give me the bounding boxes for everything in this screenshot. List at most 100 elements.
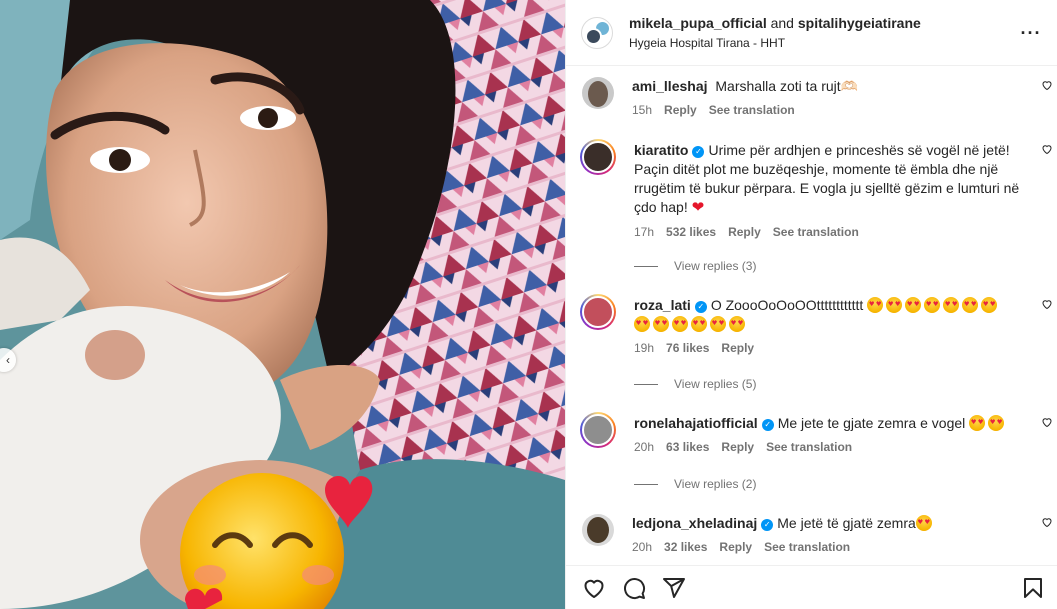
see-translation-button[interactable]: See translation bbox=[764, 540, 850, 554]
reply-button[interactable]: Reply bbox=[721, 440, 754, 454]
verified-badge-icon: ✓ bbox=[761, 419, 774, 431]
author-username-link[interactable]: mikela_pupa_official bbox=[629, 15, 767, 31]
commenter-avatar[interactable] bbox=[580, 139, 616, 175]
comment-time[interactable]: 15h bbox=[632, 103, 652, 117]
collaborator-username-link[interactable]: spitalihygeiatirane bbox=[798, 15, 921, 31]
likes-count[interactable]: 76 likes bbox=[666, 341, 709, 355]
see-translation-button[interactable]: See translation bbox=[773, 225, 859, 239]
comment-icon[interactable] bbox=[622, 576, 646, 600]
commenter-avatar[interactable] bbox=[580, 294, 616, 330]
likes-count[interactable]: 32 likes bbox=[664, 540, 707, 554]
view-replies-label: View replies (2) bbox=[674, 477, 757, 491]
verified-badge-icon: ✓ bbox=[694, 301, 707, 313]
comment-meta: 15h Reply See translation bbox=[632, 103, 1023, 117]
star-struck-emoji bbox=[729, 316, 745, 332]
comment-body: ledjona_xheladinaj ✓ Me jetë të gjatë zemr… bbox=[632, 514, 1057, 554]
comment-username-link[interactable]: roza_lati bbox=[634, 297, 691, 313]
location-link[interactable]: Hygeia Hospital Tirana - HHT bbox=[629, 34, 1019, 52]
like-comment-heart-icon[interactable] bbox=[1041, 298, 1053, 310]
comment-username-link[interactable]: kiaratito bbox=[634, 142, 688, 158]
commenter-avatar[interactable] bbox=[582, 77, 614, 109]
comment-item: kiaratito ✓ Urime për ardhjen e princeshës… bbox=[580, 139, 1057, 239]
view-replies-button[interactable]: View replies (3) bbox=[634, 259, 756, 273]
like-comment-heart-icon[interactable] bbox=[1041, 143, 1053, 155]
post-action-bar bbox=[566, 565, 1057, 609]
reply-button[interactable]: Reply bbox=[721, 341, 754, 355]
avatar-image bbox=[582, 141, 614, 173]
likes-count[interactable]: 532 likes bbox=[666, 225, 716, 239]
post-authors: mikela_pupa_official and spitalihygeiati… bbox=[629, 14, 1019, 32]
comment-meta: 20h 63 likes Reply See translation bbox=[634, 440, 1023, 454]
comment-username-link[interactable]: ledjona_xheladinaj bbox=[632, 515, 757, 531]
star-struck-emoji bbox=[905, 297, 922, 313]
view-replies-button[interactable]: View replies (5) bbox=[634, 377, 756, 391]
see-translation-button[interactable]: See translation bbox=[709, 103, 795, 117]
reply-button[interactable]: Reply bbox=[719, 540, 752, 554]
comment-meta: 17h 532 likes Reply See translation bbox=[634, 225, 1023, 239]
reply-button[interactable]: Reply bbox=[728, 225, 761, 239]
star-struck-emoji bbox=[981, 297, 998, 313]
comment-body: kiaratito ✓ Urime për ardhjen e princeshës… bbox=[634, 141, 1057, 239]
comments-list: ami_lleshaj Marshalla zoti ta rujt🫶🏻 15h… bbox=[566, 66, 1057, 565]
comment-item: ronelahajatiofficial ✓ Me jete te gjate ze… bbox=[580, 412, 1057, 454]
comment-message: O ZoooOoOoOOtttttttttttt bbox=[710, 297, 864, 313]
comment-item: ledjona_xheladinaj ✓ Me jetë të gjatë zemr… bbox=[582, 514, 1057, 554]
comment-body: roza_lati ✓ O ZoooOoOoOOtttttttttttt 19h 7… bbox=[634, 296, 1057, 355]
avatar-silhouette bbox=[587, 517, 609, 543]
see-translation-button[interactable]: See translation bbox=[766, 440, 852, 454]
collab-avatar[interactable] bbox=[581, 16, 613, 49]
author-avatar-image bbox=[585, 27, 602, 45]
replies-divider-line bbox=[634, 383, 658, 385]
post-photo-illustration bbox=[0, 0, 565, 609]
comment-text: ronelahajatiofficial ✓ Me jete te gjate ze… bbox=[634, 414, 1023, 433]
view-replies-label: View replies (3) bbox=[674, 259, 757, 273]
post-side-panel: mikela_pupa_official and spitalihygeiati… bbox=[565, 0, 1057, 609]
star-struck-emoji bbox=[988, 415, 1005, 431]
more-options-icon[interactable]: ··· bbox=[1019, 24, 1043, 42]
comment-meta: 20h 32 likes Reply See translation bbox=[632, 540, 1023, 554]
comment-time[interactable]: 19h bbox=[634, 341, 654, 355]
star-struck-emoji bbox=[943, 297, 960, 313]
post-header: mikela_pupa_official and spitalihygeiati… bbox=[566, 0, 1057, 66]
replies-divider-line bbox=[634, 483, 658, 485]
verified-badge-icon: ✓ bbox=[692, 146, 705, 158]
post-header-text: mikela_pupa_official and spitalihygeiati… bbox=[629, 14, 1019, 52]
view-replies-label: View replies (5) bbox=[674, 377, 757, 391]
star-struck-emoji bbox=[886, 297, 903, 313]
like-comment-heart-icon[interactable] bbox=[1041, 516, 1053, 528]
avatar-image bbox=[582, 414, 614, 446]
likes-count[interactable]: 63 likes bbox=[666, 440, 709, 454]
comment-body: ami_lleshaj Marshalla zoti ta rujt🫶🏻 15h… bbox=[632, 77, 1057, 117]
comment-time[interactable]: 20h bbox=[634, 440, 654, 454]
star-struck-emoji bbox=[915, 515, 932, 531]
like-comment-heart-icon[interactable] bbox=[1041, 416, 1053, 428]
red-heart-emoji: ❤ bbox=[691, 199, 705, 216]
heart-icon[interactable] bbox=[582, 576, 606, 600]
bookmark-icon[interactable] bbox=[1021, 576, 1045, 600]
star-struck-emoji bbox=[924, 297, 941, 313]
star-struck-emoji bbox=[691, 316, 707, 332]
reply-button[interactable]: Reply bbox=[664, 103, 697, 117]
comment-text: ami_lleshaj Marshalla zoti ta rujt🫶🏻 bbox=[632, 77, 1023, 96]
comment-item: roza_lati ✓ O ZoooOoOoOOtttttttttttt 19h 7… bbox=[580, 294, 1057, 355]
commenter-avatar[interactable] bbox=[580, 412, 616, 448]
avatar-image bbox=[582, 296, 614, 328]
instagram-post-viewer: ‹ mikela_pupa_official and spitalihygeia… bbox=[0, 0, 1057, 609]
like-comment-heart-icon[interactable] bbox=[1041, 79, 1053, 91]
verified-badge-icon: ✓ bbox=[761, 519, 774, 531]
star-struck-emoji bbox=[672, 316, 688, 332]
comment-username-link[interactable]: ronelahajatiofficial bbox=[634, 415, 758, 431]
post-photo[interactable]: ‹ bbox=[0, 0, 565, 609]
replies-divider-line bbox=[634, 265, 658, 267]
commenter-avatar[interactable] bbox=[582, 514, 614, 546]
star-struck-emoji bbox=[653, 316, 669, 332]
star-struck-emoji bbox=[969, 415, 986, 431]
comment-meta: 19h 76 likes Reply bbox=[634, 341, 1023, 355]
share-icon[interactable] bbox=[662, 576, 686, 600]
authors-connector: and bbox=[770, 14, 794, 31]
comment-time[interactable]: 17h bbox=[634, 225, 654, 239]
view-replies-button[interactable]: View replies (2) bbox=[634, 477, 756, 491]
star-struck-emoji bbox=[634, 316, 650, 332]
comment-time[interactable]: 20h bbox=[632, 540, 652, 554]
comment-username-link[interactable]: ami_lleshaj bbox=[632, 78, 708, 94]
